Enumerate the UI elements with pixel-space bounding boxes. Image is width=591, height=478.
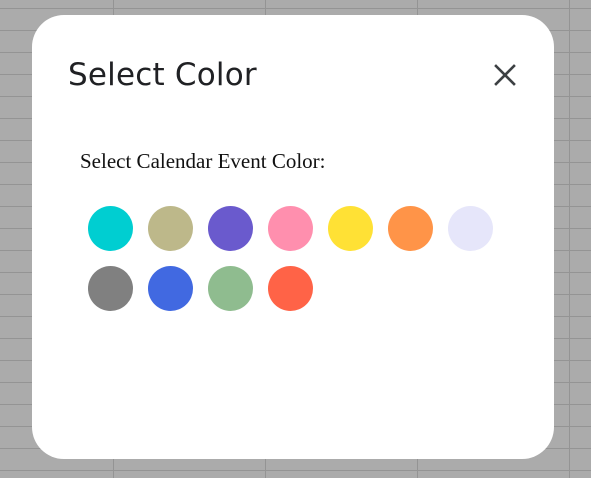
color-swatch[interactable]: [448, 206, 493, 251]
color-swatch[interactable]: [328, 206, 373, 251]
color-swatch[interactable]: [388, 206, 433, 251]
color-swatch[interactable]: [208, 266, 253, 311]
select-color-dialog: Select Color Select Calendar Event Color…: [32, 15, 554, 459]
color-swatch[interactable]: [208, 206, 253, 251]
color-swatch[interactable]: [148, 206, 193, 251]
color-swatch[interactable]: [268, 266, 313, 311]
color-prompt-label: Select Calendar Event Color:: [80, 149, 326, 173]
close-icon: [494, 64, 516, 86]
color-swatch[interactable]: [88, 206, 133, 251]
color-swatch[interactable]: [88, 266, 133, 311]
close-button[interactable]: [486, 56, 524, 94]
color-swatch[interactable]: [268, 206, 313, 251]
color-swatch-grid: [88, 206, 508, 311]
color-swatch[interactable]: [148, 266, 193, 311]
dialog-title: Select Color: [68, 57, 257, 93]
